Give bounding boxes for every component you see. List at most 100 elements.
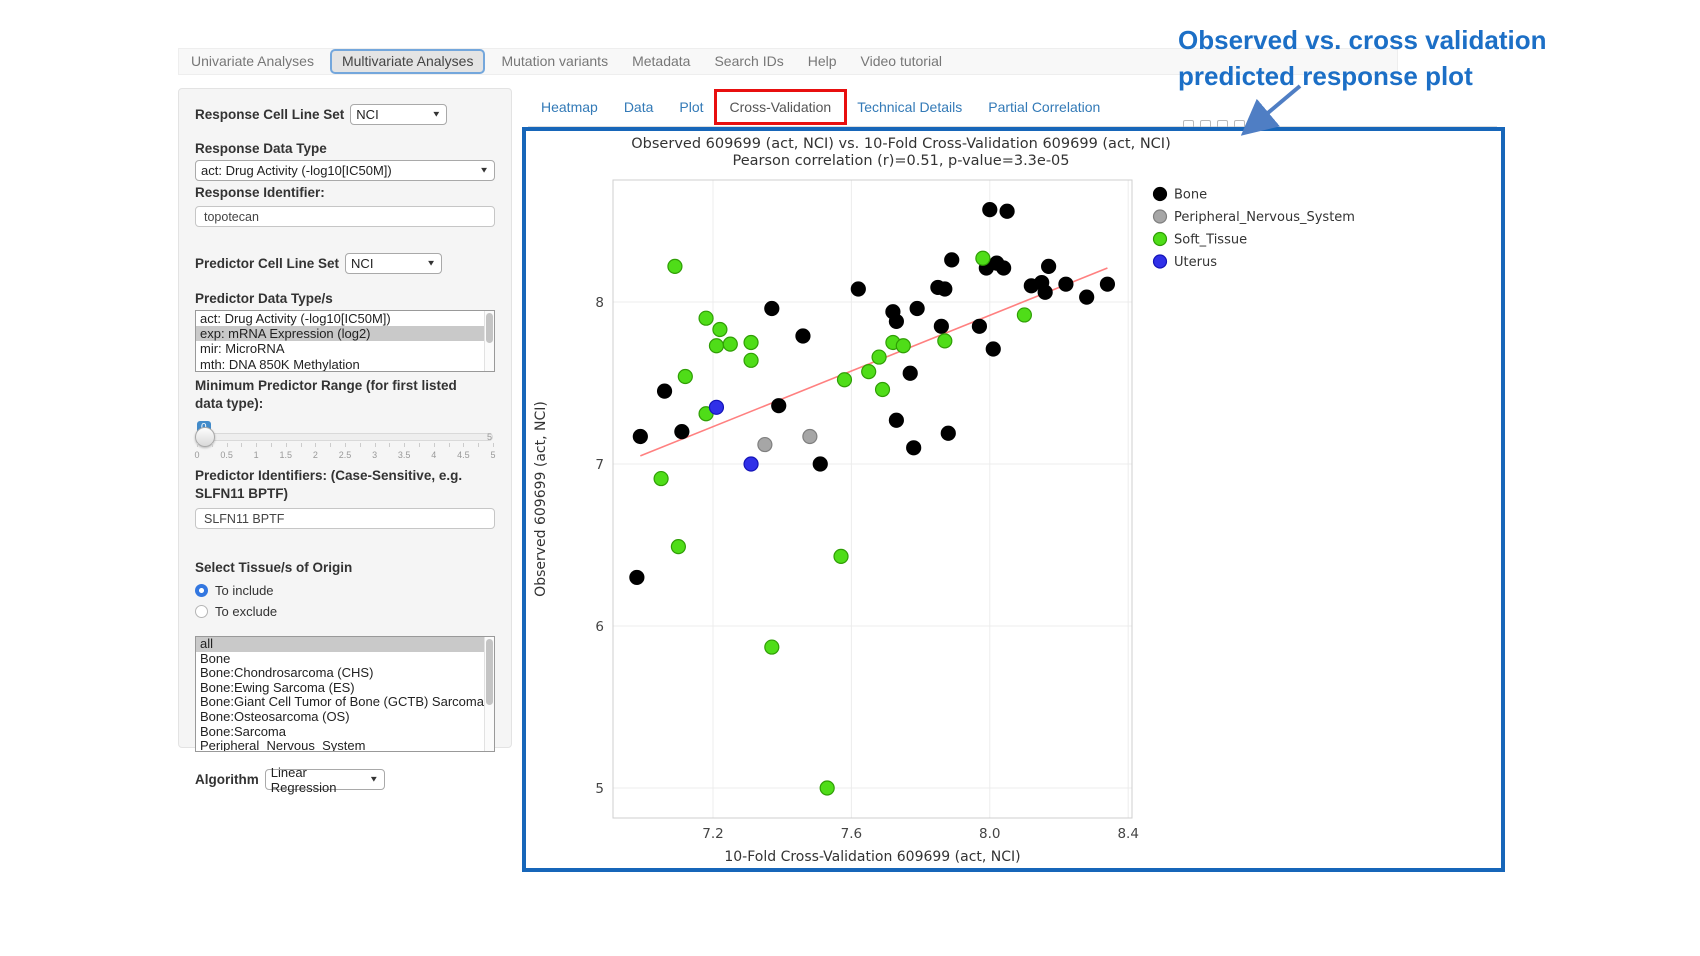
nav-tab-metadata[interactable]: Metadata: [620, 48, 702, 75]
scatter-point-soft-tissue[interactable]: [654, 472, 668, 486]
predictor-data-types-listbox[interactable]: act: Drug Activity (-log10[IC50M])exp: m…: [195, 310, 495, 372]
legend-marker-uterus[interactable]: [1154, 255, 1167, 268]
scatter-point-soft-tissue[interactable]: [744, 335, 758, 349]
scatter-point-soft-tissue[interactable]: [820, 781, 834, 795]
scatter-point-soft-tissue[interactable]: [678, 370, 692, 384]
scatter-point-bone[interactable]: [945, 253, 959, 267]
legend-marker-peripheral-nervous-system[interactable]: [1154, 210, 1167, 223]
tab-partial-correlation[interactable]: Partial Correlation: [975, 92, 1113, 122]
tissue-origin-listbox[interactable]: allBoneBone:Chondrosarcoma (CHS)Bone:Ewi…: [195, 636, 495, 752]
legend-marker-soft-tissue[interactable]: [1154, 233, 1167, 246]
nav-tab-univariate-analyses[interactable]: Univariate Analyses: [179, 48, 326, 75]
nav-tab-mutation-variants[interactable]: Mutation variants: [489, 48, 620, 75]
scatter-point-bone[interactable]: [630, 570, 644, 584]
tissue-option[interactable]: Bone:Ewing Sarcoma (ES): [196, 681, 494, 696]
scatter-point-bone[interactable]: [813, 457, 827, 471]
predictor-type-option[interactable]: mth: DNA 850K Methylation: [196, 357, 494, 372]
scatter-point-soft-tissue[interactable]: [671, 540, 685, 554]
scatter-point-bone[interactable]: [997, 261, 1011, 275]
tissue-option[interactable]: Peripheral_Nervous_System: [196, 739, 494, 752]
scatter-point-soft-tissue[interactable]: [896, 339, 910, 353]
scatter-point-soft-tissue[interactable]: [872, 350, 886, 364]
scatter-point-peripheral-nervous-system[interactable]: [803, 429, 817, 443]
response-cell-line-set-select[interactable]: NCI ▼: [350, 104, 447, 125]
scatter-point-bone[interactable]: [889, 314, 903, 328]
predictor-identifiers-input[interactable]: [195, 508, 495, 529]
predictor-type-option[interactable]: act: Drug Activity (-log10[IC50M]): [196, 311, 494, 326]
scatter-point-bone[interactable]: [938, 282, 952, 296]
scatter-point-peripheral-nervous-system[interactable]: [758, 438, 772, 452]
min-predictor-range-slider[interactable]: 0 5 00.511.522.533.544.55: [195, 421, 495, 465]
cross-validation-scatter-plot[interactable]: 7.27.68.08.45678Observed 609699 (act, NC…: [526, 131, 1501, 868]
tab-data[interactable]: Data: [611, 92, 667, 122]
tab-heatmap[interactable]: Heatmap: [528, 92, 611, 122]
scatter-point-soft-tissue[interactable]: [976, 251, 990, 265]
scatter-point-soft-tissue[interactable]: [699, 311, 713, 325]
radio-icon[interactable]: [195, 584, 208, 597]
scatter-point-bone[interactable]: [675, 425, 689, 439]
nav-tab-help[interactable]: Help: [796, 48, 849, 75]
scatter-point-bone[interactable]: [889, 413, 903, 427]
tissue-radio-to-exclude[interactable]: To exclude: [195, 604, 495, 619]
nav-tab-multivariate-analyses[interactable]: Multivariate Analyses: [330, 49, 486, 74]
scatter-point-uterus[interactable]: [744, 457, 758, 471]
scatter-point-soft-tissue[interactable]: [862, 365, 876, 379]
response-identifier-input[interactable]: [195, 206, 495, 227]
scatter-point-soft-tissue[interactable]: [834, 549, 848, 563]
scatter-point-bone[interactable]: [903, 366, 917, 380]
tissue-option[interactable]: Bone:Chondrosarcoma (CHS): [196, 666, 494, 681]
scatter-point-soft-tissue[interactable]: [709, 339, 723, 353]
predictor-cell-line-set-select[interactable]: NCI ▼: [345, 253, 442, 274]
scatter-point-bone[interactable]: [986, 342, 1000, 356]
scrollbar[interactable]: [484, 311, 494, 371]
scatter-point-bone[interactable]: [1000, 204, 1014, 218]
tab-plot[interactable]: Plot: [666, 92, 716, 122]
scatter-point-bone[interactable]: [1059, 277, 1073, 291]
scatter-point-bone[interactable]: [1042, 259, 1056, 273]
predictor-type-option[interactable]: mir: MicroRNA: [196, 341, 494, 356]
legend-marker-bone[interactable]: [1154, 188, 1167, 201]
tissue-radio-to-include[interactable]: To include: [195, 583, 495, 598]
scatter-point-soft-tissue[interactable]: [876, 382, 890, 396]
scatter-point-bone[interactable]: [851, 282, 865, 296]
scatter-point-soft-tissue[interactable]: [765, 640, 779, 654]
scatter-point-bone[interactable]: [941, 426, 955, 440]
tissue-option[interactable]: Bone:Giant Cell Tumor of Bone (GCTB) Sar…: [196, 695, 494, 710]
nav-tab-search-ids[interactable]: Search IDs: [702, 48, 795, 75]
chevron-down-icon: ▼: [369, 775, 379, 784]
scatter-point-bone[interactable]: [796, 329, 810, 343]
tissue-option[interactable]: Bone:Osteosarcoma (OS): [196, 710, 494, 725]
scatter-point-soft-tissue[interactable]: [744, 353, 758, 367]
tissue-option[interactable]: all: [196, 637, 494, 652]
scatter-point-bone[interactable]: [765, 301, 779, 315]
scrollbar[interactable]: [484, 637, 494, 751]
scatter-point-bone[interactable]: [972, 319, 986, 333]
scatter-point-bone[interactable]: [907, 441, 921, 455]
tissue-option[interactable]: Bone: [196, 652, 494, 667]
scatter-point-soft-tissue[interactable]: [713, 323, 727, 337]
tab-technical-details[interactable]: Technical Details: [844, 92, 975, 122]
scatter-point-bone[interactable]: [910, 301, 924, 315]
scatter-point-bone[interactable]: [934, 319, 948, 333]
slider-track[interactable]: 0 5: [197, 433, 493, 441]
nav-tab-video-tutorial[interactable]: Video tutorial: [849, 48, 954, 75]
predictor-type-option[interactable]: exp: mRNA Expression (log2): [196, 326, 494, 341]
scatter-point-uterus[interactable]: [709, 400, 723, 414]
scatter-point-soft-tissue[interactable]: [837, 373, 851, 387]
scatter-point-bone[interactable]: [1080, 290, 1094, 304]
algorithm-select[interactable]: Linear Regression ▼: [265, 769, 385, 790]
scatter-point-bone[interactable]: [633, 429, 647, 443]
scatter-point-bone[interactable]: [1038, 285, 1052, 299]
response-data-type-select[interactable]: act: Drug Activity (-log10[IC50M]) ▼: [195, 160, 495, 181]
scatter-point-bone[interactable]: [983, 203, 997, 217]
scatter-point-soft-tissue[interactable]: [938, 334, 952, 348]
scatter-point-bone[interactable]: [772, 399, 786, 413]
scatter-point-soft-tissue[interactable]: [668, 259, 682, 273]
tab-cross-validation[interactable]: Cross-Validation: [717, 92, 845, 122]
scatter-point-soft-tissue[interactable]: [723, 337, 737, 351]
scatter-point-bone[interactable]: [658, 384, 672, 398]
scatter-point-soft-tissue[interactable]: [1017, 308, 1031, 322]
scatter-point-bone[interactable]: [1100, 277, 1114, 291]
tissue-option[interactable]: Bone:Sarcoma: [196, 725, 494, 740]
radio-icon[interactable]: [195, 605, 208, 618]
